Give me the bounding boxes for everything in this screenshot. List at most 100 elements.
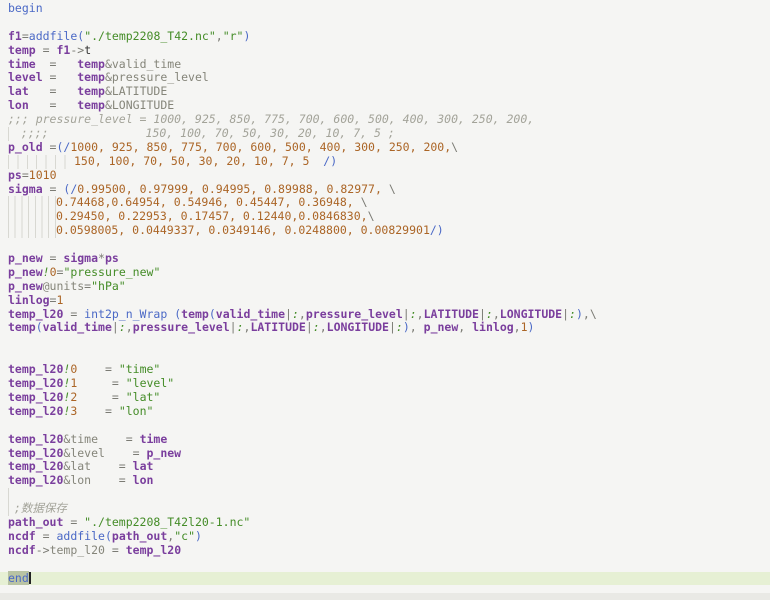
code-segment: | xyxy=(112,320,119,334)
code-segment: temp xyxy=(77,84,105,98)
code-line xyxy=(8,335,770,349)
code-segment: = xyxy=(77,390,125,404)
code-segment: = xyxy=(98,432,140,446)
code-segment: 0 xyxy=(50,265,57,279)
code-segment: (/ xyxy=(56,140,70,154)
code-segment: lat xyxy=(133,459,154,473)
code-line: lat = temp&LATITUDE xyxy=(8,85,770,99)
code-segment: sigma xyxy=(8,182,43,196)
code-segment: valid_time xyxy=(216,307,285,321)
code-segment: temp xyxy=(77,57,105,71)
code-segment: temp_l20 xyxy=(8,307,63,321)
code-segment: ,\ xyxy=(583,307,597,321)
code-segment: valid_time xyxy=(43,320,112,334)
code-segment: ncdf xyxy=(8,529,36,543)
code-segment: = xyxy=(77,376,125,390)
code-segment: "level" xyxy=(126,376,174,390)
code-editor[interactable]: beginf1=addfile("./temp2208_T42.nc","r")… xyxy=(0,0,770,600)
code-segment: = xyxy=(36,57,78,71)
code-segment: = xyxy=(36,529,57,543)
indent-guide xyxy=(8,488,14,502)
code-line: p_new@units="hPa" xyxy=(8,280,770,294)
code-segment: temp xyxy=(77,70,105,84)
code-segment: temp xyxy=(77,98,105,112)
code-segment: 1 xyxy=(56,293,63,307)
code-segment: ncdf xyxy=(8,543,36,557)
code-segment: pressure_level xyxy=(306,307,403,321)
code-line: level = temp&pressure_level xyxy=(8,71,770,85)
code-segment: level xyxy=(8,70,43,84)
code-segment: "hPa" xyxy=(91,279,126,293)
code-segment: : xyxy=(396,320,403,334)
code-segment: int2p_n_Wrap xyxy=(84,307,167,321)
code-line: temp_l20 = int2p_n_Wrap (temp(valid_time… xyxy=(8,308,770,322)
code-segment: end xyxy=(8,571,29,585)
code-segment: &valid_time xyxy=(105,57,181,71)
code-segment: = xyxy=(43,251,64,265)
text-cursor xyxy=(29,572,31,584)
code-segment: linlog xyxy=(8,293,50,307)
code-segment: temp_l20 xyxy=(8,432,63,446)
code-line xyxy=(8,349,770,363)
code-line: temp(valid_time|:,pressure_level|:,LATIT… xyxy=(8,321,770,335)
code-segment: 150, 100, 70, 50, 30, 20, 10, 7, 5 xyxy=(74,154,309,168)
code-segment: | xyxy=(306,320,313,334)
code-line: ;;; pressure_level = 1000, 925, 850, 775… xyxy=(8,113,770,127)
code-segment: (/ xyxy=(63,182,77,196)
code-line: 0.0598005, 0.0449337, 0.0349146, 0.02488… xyxy=(8,224,770,238)
code-segment: , xyxy=(493,307,500,321)
code-segment: ) xyxy=(403,320,410,334)
code-segment: temp_l20 xyxy=(8,390,63,404)
code-segment: = xyxy=(29,84,77,98)
code-segment: temp_l20 xyxy=(8,473,63,487)
code-segment: \ xyxy=(382,182,396,196)
code-segment: 0.0598005, 0.0449337, 0.0349146, 0.02488… xyxy=(56,223,430,237)
code-line: p_old =(/1000, 925, 850, 775, 700, 600, … xyxy=(8,141,770,155)
code-segment: = xyxy=(36,43,57,57)
code-segment: \ xyxy=(354,195,368,209)
code-segment: "c" xyxy=(174,529,195,543)
code-segment: , xyxy=(458,320,472,334)
code-segment: , xyxy=(514,320,521,334)
code-segment: 1 xyxy=(521,320,528,334)
code-segment: | xyxy=(389,320,396,334)
code-segment: LONGITUDE xyxy=(500,307,562,321)
code-segment: : xyxy=(237,320,244,334)
code-segment: \ xyxy=(451,140,458,154)
code-segment: temp_l20 xyxy=(8,362,63,376)
code-line: 0.29450, 0.22953, 0.17457, 0.12440,0.084… xyxy=(8,210,770,224)
code-line: temp_l20!1 = "level" xyxy=(8,377,770,391)
code-segment: = xyxy=(63,307,84,321)
code-segment: f1 xyxy=(56,43,70,57)
code-segment: &LATITUDE xyxy=(105,84,167,98)
code-line xyxy=(8,558,770,572)
horizontal-scrollbar[interactable] xyxy=(0,593,770,600)
code-segment: ( xyxy=(105,529,112,543)
code-segment: "./temp2208_T42l20-1.nc" xyxy=(84,515,250,529)
code-segment: = xyxy=(105,446,147,460)
code-line: 150, 100, 70, 50, 30, 20, 10, 7, 5 /) xyxy=(8,155,770,169)
code-segment: time xyxy=(140,432,168,446)
code-segment: , xyxy=(299,307,306,321)
code-line: begin xyxy=(8,2,770,16)
code-segment: = xyxy=(77,404,119,418)
code-segment: p_new xyxy=(8,251,43,265)
code-segment: | xyxy=(285,307,292,321)
code-segment: | xyxy=(230,320,237,334)
code-segment: | xyxy=(403,307,410,321)
code-segment: "lon" xyxy=(119,404,154,418)
code-segment: temp_l20 xyxy=(50,543,105,557)
code-segment: ;数据保存 xyxy=(14,501,67,515)
code-segment: ps xyxy=(8,168,22,182)
code-segment: ) xyxy=(576,307,583,321)
code-segment: : xyxy=(410,307,417,321)
code-segment: time xyxy=(8,57,36,71)
code-segment: "lat" xyxy=(126,390,161,404)
code-line: linlog=1 xyxy=(8,294,770,308)
code-line: ps=1010 xyxy=(8,169,770,183)
code-segment: "pressure_new" xyxy=(63,265,160,279)
code-line xyxy=(8,488,770,502)
code-segment: ;;;; 150, 100, 70, 50, 30, 20, 10, 7, 5 … xyxy=(14,126,395,140)
code-segment: addfile xyxy=(56,529,104,543)
code-segment: path_out xyxy=(8,515,63,529)
